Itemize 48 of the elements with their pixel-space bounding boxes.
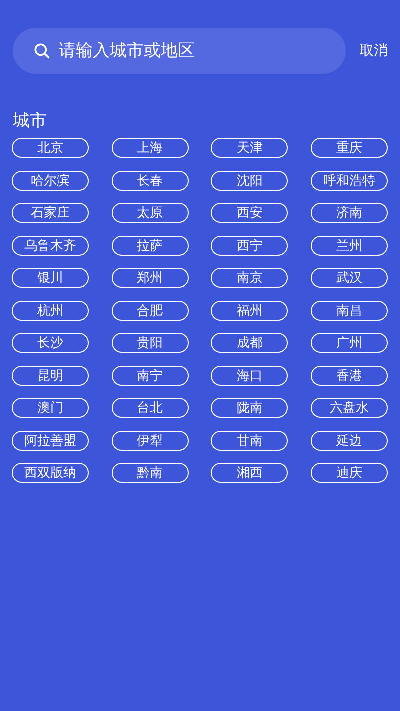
city-chip[interactable]: 哈尔滨 bbox=[12, 170, 89, 190]
city-chip[interactable]: 沈阳 bbox=[211, 170, 288, 190]
city-chip[interactable]: 海口 bbox=[211, 366, 288, 386]
city-chip[interactable]: 郑州 bbox=[112, 268, 189, 288]
city-chip[interactable]: 西双版纳 bbox=[12, 463, 89, 483]
city-chip[interactable]: 延边 bbox=[310, 430, 388, 450]
city-chip[interactable]: 南昌 bbox=[310, 300, 388, 320]
search-icon bbox=[33, 42, 51, 60]
city-chip[interactable]: 成都 bbox=[211, 333, 288, 353]
city-chip[interactable]: 甘南 bbox=[211, 430, 288, 450]
city-chip[interactable]: 石家庄 bbox=[12, 203, 89, 223]
city-chip[interactable]: 乌鲁木齐 bbox=[12, 236, 89, 256]
city-chip[interactable]: 南京 bbox=[211, 268, 288, 288]
city-chip[interactable]: 济南 bbox=[310, 203, 388, 223]
city-chip[interactable]: 黔南 bbox=[112, 463, 189, 483]
city-chip[interactable]: 拉萨 bbox=[112, 236, 189, 256]
city-chip[interactable]: 合肥 bbox=[112, 300, 189, 320]
city-chip[interactable]: 阿拉善盟 bbox=[12, 430, 89, 450]
city-chip[interactable]: 银川 bbox=[12, 268, 89, 288]
city-chip[interactable]: 武汉 bbox=[310, 268, 388, 288]
city-chip[interactable]: 长春 bbox=[112, 170, 189, 190]
city-chip[interactable]: 西宁 bbox=[211, 236, 288, 256]
city-chip[interactable]: 广州 bbox=[310, 333, 388, 353]
city-chip[interactable]: 天津 bbox=[211, 138, 288, 158]
search-field[interactable]: 请输入城市或地区 bbox=[13, 28, 346, 74]
city-chip[interactable]: 澳门 bbox=[12, 398, 89, 418]
city-chip[interactable]: 北京 bbox=[12, 138, 89, 158]
city-chip[interactable]: 贵阳 bbox=[112, 333, 189, 353]
city-chip[interactable]: 南宁 bbox=[112, 366, 189, 386]
city-chip[interactable]: 香港 bbox=[310, 366, 388, 386]
city-chip[interactable]: 六盘水 bbox=[310, 398, 388, 418]
city-chip[interactable]: 福州 bbox=[211, 300, 288, 320]
cancel-button[interactable]: 取消 bbox=[360, 42, 388, 60]
city-chip[interactable]: 伊犁 bbox=[112, 430, 189, 450]
city-chip[interactable]: 陇南 bbox=[211, 398, 288, 418]
city-chip[interactable]: 迪庆 bbox=[310, 463, 388, 483]
city-chip[interactable]: 兰州 bbox=[310, 236, 388, 256]
city-chip[interactable]: 台北 bbox=[112, 398, 189, 418]
city-chip[interactable]: 西安 bbox=[211, 203, 288, 223]
city-chip[interactable]: 昆明 bbox=[12, 366, 89, 386]
city-chip[interactable]: 重庆 bbox=[310, 138, 388, 158]
city-chip[interactable]: 湘西 bbox=[211, 463, 288, 483]
city-chip[interactable]: 长沙 bbox=[12, 333, 89, 353]
city-chip[interactable]: 呼和浩特 bbox=[310, 170, 388, 190]
city-chip[interactable]: 杭州 bbox=[12, 300, 89, 320]
section-title: 城市 bbox=[13, 110, 48, 132]
city-chip[interactable]: 上海 bbox=[112, 138, 189, 158]
city-chip[interactable]: 太原 bbox=[112, 203, 189, 223]
